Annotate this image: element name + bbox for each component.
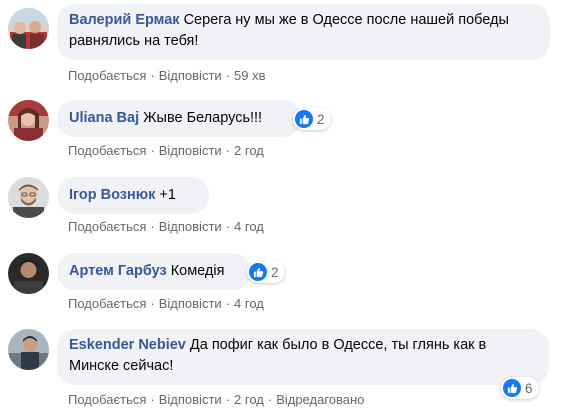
comment: Eskender Nebiev Да пофиг как было в Одес… (8, 329, 568, 411)
comment-actions: Подобається · Відповісти · 2 год · Відредагова… (68, 392, 364, 408)
comment-bubble: Uliana Baj Жыве Беларусь!!! (57, 100, 301, 137)
avatar[interactable] (8, 177, 49, 218)
separator-dot: · (267, 392, 273, 407)
reaction-count[interactable]: 2 (247, 261, 285, 283)
comment-author[interactable]: Артем Гарбуз (69, 263, 167, 279)
like-link[interactable]: Подобається (68, 219, 146, 234)
avatar[interactable] (8, 8, 49, 49)
comment-actions: Подобається · Відповісти · 4 год (68, 219, 264, 235)
separator-dot: · (225, 296, 231, 311)
reaction-count[interactable]: 2 (293, 108, 331, 130)
avatar[interactable] (8, 100, 49, 141)
comment: Ігор Вознюк +1 Подобається · Відповісти · 4 … (8, 177, 568, 239)
reaction-number: 2 (317, 111, 325, 127)
reply-link[interactable]: Відповісти (159, 143, 222, 158)
separator-dot: · (225, 68, 231, 83)
reply-link[interactable]: Відповісти (159, 392, 222, 407)
separator-dot: · (150, 392, 155, 407)
reply-link[interactable]: Відповісти (159, 68, 222, 83)
comment-bubble: Артем Гарбуз Комедія (57, 253, 251, 290)
like-link[interactable]: Подобається (68, 143, 146, 158)
comment-author[interactable]: Ігор Вознюк (69, 187, 155, 203)
reply-link[interactable]: Відповісти (159, 296, 222, 311)
comment-author[interactable]: Валерий Ермак (69, 12, 180, 28)
comment-bubble: Ігор Вознюк +1 (57, 177, 209, 214)
comment-bubble: Eskender Nebiev Да пофиг как было в Одес… (57, 329, 549, 385)
like-link[interactable]: Подобається (68, 296, 146, 311)
comment-timestamp[interactable]: 4 год (234, 296, 264, 311)
comment-timestamp[interactable]: 2 год (234, 143, 264, 158)
comment-timestamp[interactable]: 59 хв (234, 68, 265, 83)
comment-text: Комедія (170, 263, 225, 279)
separator-dot: · (225, 219, 231, 234)
avatar[interactable] (8, 329, 49, 370)
separator-dot: · (225, 143, 231, 158)
comment: Валерий Ермак Серега ну мы же в Одессе п… (8, 4, 568, 84)
like-link[interactable]: Подобається (68, 68, 146, 83)
comment-author[interactable]: Uliana Baj (69, 110, 139, 126)
comment-bubble: Валерий Ермак Серега ну мы же в Одессе п… (57, 4, 550, 60)
comment: Uliana Baj Жыве Беларусь!!! 2 Подобаєтьс… (8, 100, 568, 162)
separator-dot: · (150, 219, 155, 234)
thumbs-up-icon (249, 263, 267, 281)
comment-actions: Подобається · Відповісти · 59 хв (68, 68, 266, 84)
reaction-number: 6 (525, 380, 533, 396)
comment: Артем Гарбуз Комедія 2 Подобається · Відпо… (8, 253, 568, 315)
separator-dot: · (150, 68, 155, 83)
comment-author[interactable]: Eskender Nebiev (69, 337, 186, 353)
comment-actions: Подобається · Відповісти · 4 год (68, 296, 264, 312)
thumbs-up-icon (295, 110, 313, 128)
avatar[interactable] (8, 253, 49, 294)
comment-text: +1 (159, 187, 176, 203)
comment-actions: Подобається · Відповісти · 2 год (68, 143, 264, 159)
reply-link[interactable]: Відповісти (159, 219, 222, 234)
thumbs-up-icon (503, 379, 521, 397)
reaction-count[interactable]: 6 (501, 377, 539, 399)
comment-text: Жыве Беларусь!!! (143, 110, 263, 126)
separator-dot: · (150, 143, 155, 158)
comment-timestamp[interactable]: 2 год (234, 392, 264, 407)
comment-timestamp[interactable]: 4 год (234, 219, 264, 234)
separator-dot: · (150, 296, 155, 311)
separator-dot: · (225, 392, 231, 407)
reaction-number: 2 (271, 264, 279, 280)
like-link[interactable]: Подобається (68, 392, 146, 407)
edited-label[interactable]: Відредаговано (276, 392, 364, 407)
